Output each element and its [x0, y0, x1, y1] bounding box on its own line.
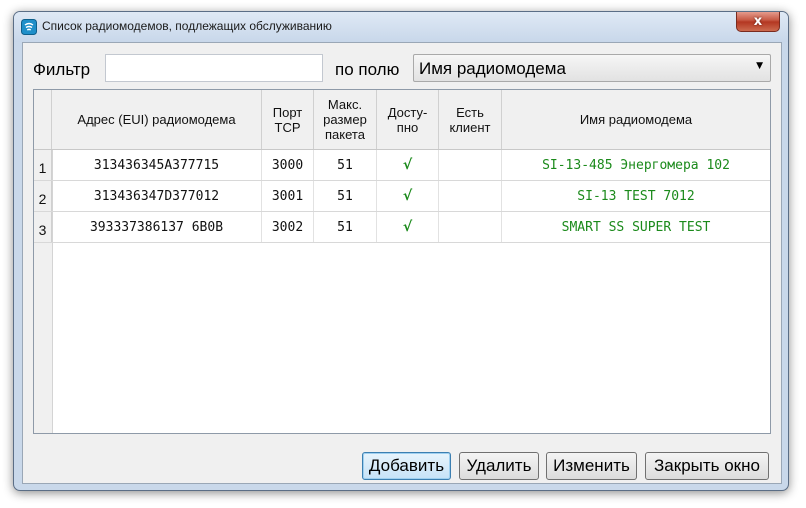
cell-packet-size[interactable]: 51 — [314, 181, 377, 211]
cell-name[interactable]: SI-13-485 Энергомера 102 — [502, 150, 770, 180]
close-icon: x — [753, 13, 763, 29]
cell-eui[interactable]: 313436347D377012 — [52, 181, 262, 211]
column-header-available[interactable]: Досту-пно — [377, 90, 439, 149]
window-title: Список радиомодемов, подлежащих обслужив… — [42, 19, 332, 33]
row-number[interactable]: 1 — [34, 150, 52, 180]
filter-input[interactable] — [105, 54, 323, 82]
cell-port[interactable]: 3001 — [262, 181, 314, 211]
table-row[interactable]: 3 393337386137 6B0B 3002 51 √ SMART SS S… — [34, 212, 770, 243]
cell-packet-size[interactable]: 51 — [314, 150, 377, 180]
chevron-down-icon: ▼ — [756, 61, 763, 71]
table-row[interactable]: 1 313436345A377715 3000 51 √ SI-13-485 Э… — [34, 150, 770, 181]
add-button[interactable]: Добавить — [362, 452, 451, 480]
cell-port[interactable]: 3002 — [262, 212, 314, 242]
column-header-port[interactable]: Порт TCP — [262, 90, 314, 149]
cell-name[interactable]: SI-13 TEST 7012 — [502, 181, 770, 211]
column-header-packet-size[interactable]: Макс. размер пакета — [314, 90, 377, 149]
table-row[interactable]: 2 313436347D377012 3001 51 √ SI-13 TEST … — [34, 181, 770, 212]
dialog-window: Список радиомодемов, подлежащих обслужив… — [13, 11, 789, 491]
cell-packet-size[interactable]: 51 — [314, 212, 377, 242]
radio-modem-app-icon — [21, 19, 37, 35]
cell-has-client[interactable] — [439, 212, 502, 242]
delete-button[interactable]: Удалить — [459, 452, 539, 480]
row-number[interactable]: 3 — [34, 212, 52, 242]
cell-has-client[interactable] — [439, 150, 502, 180]
cell-port[interactable]: 3000 — [262, 150, 314, 180]
radiomodem-table[interactable]: Адрес (EUI) радиомодема Порт TCP Макс. р… — [33, 89, 771, 434]
check-icon[interactable]: √ — [377, 150, 439, 180]
column-header-has-client[interactable]: Есть клиент — [439, 90, 502, 149]
table-header-row: Адрес (EUI) радиомодема Порт TCP Макс. р… — [34, 90, 770, 150]
title-bar[interactable]: Список радиомодемов, подлежащих обслужив… — [14, 12, 788, 42]
cell-name[interactable]: SMART SS SUPER TEST — [502, 212, 770, 242]
edit-button[interactable]: Изменить — [546, 452, 637, 480]
column-header-name[interactable]: Имя радиомодема — [502, 90, 770, 149]
filter-field-label: по полю — [335, 60, 400, 79]
cell-eui[interactable]: 393337386137 6B0B — [52, 212, 262, 242]
row-number[interactable]: 2 — [34, 181, 52, 211]
cell-eui[interactable]: 313436345A377715 — [52, 150, 262, 180]
dialog-client-area: Фильтр по полю Имя радиомодема ▼ Адрес (… — [22, 42, 782, 484]
window-close-button[interactable]: x — [736, 12, 780, 32]
filter-field-select[interactable]: Имя радиомодема ▼ — [413, 54, 771, 82]
column-header-eui[interactable]: Адрес (EUI) радиомодема — [52, 90, 262, 149]
close-window-button[interactable]: Закрыть окно — [645, 452, 769, 480]
check-icon[interactable]: √ — [377, 181, 439, 211]
cell-has-client[interactable] — [439, 181, 502, 211]
check-icon[interactable]: √ — [377, 212, 439, 242]
filter-field-selected-value: Имя радиомодема — [419, 59, 566, 78]
corner-header-cell[interactable] — [34, 90, 52, 149]
filter-label: Фильтр — [33, 60, 91, 79]
